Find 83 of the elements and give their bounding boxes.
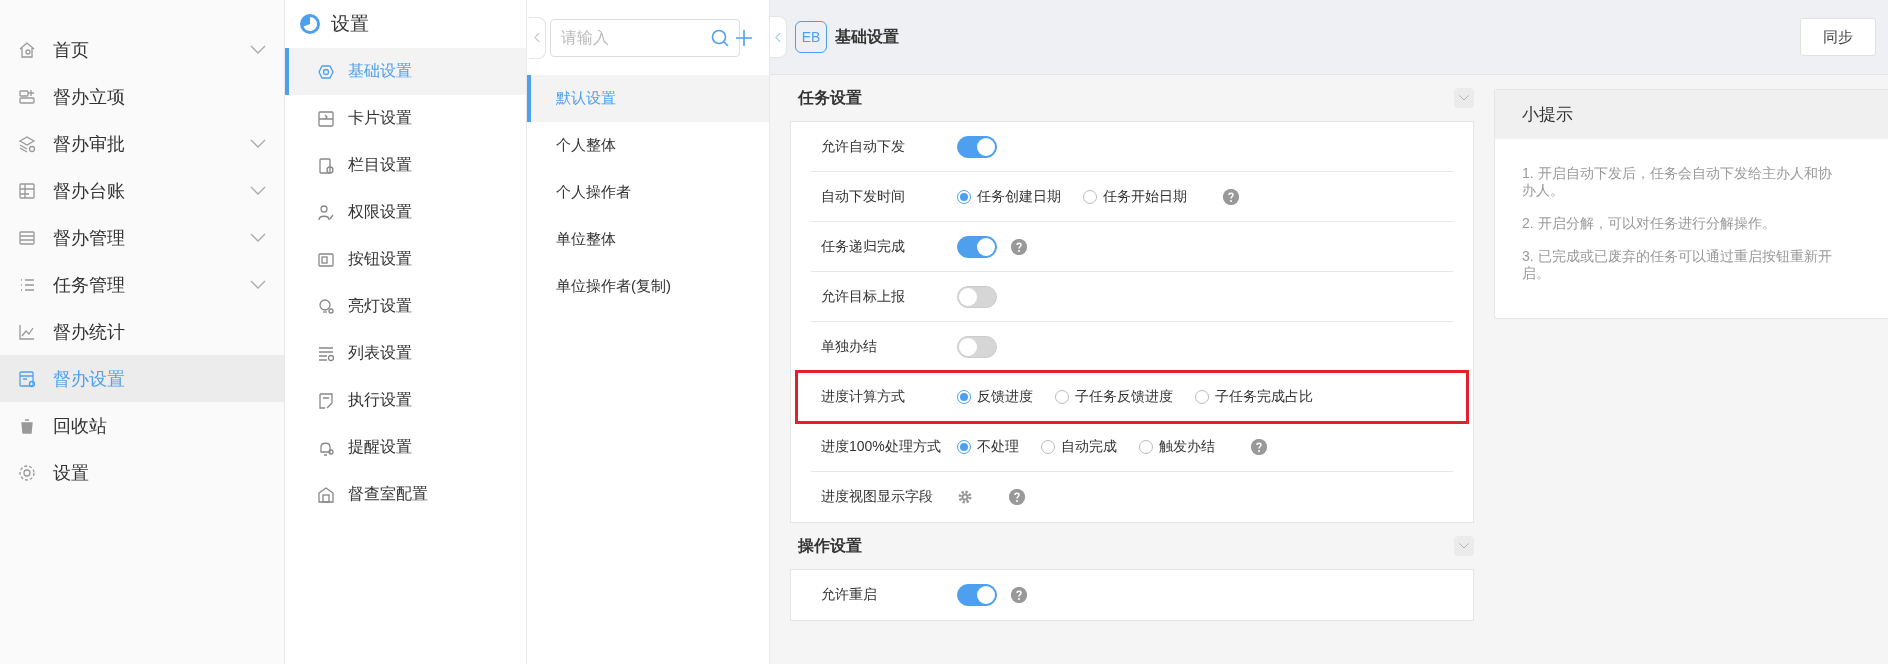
menu-item[interactable]: 卡片设置 bbox=[285, 95, 526, 142]
collapse-button[interactable] bbox=[529, 16, 546, 59]
help-icon[interactable] bbox=[1009, 489, 1025, 505]
radio-option[interactable]: 子任务完成占比 bbox=[1195, 387, 1313, 406]
menu-title: 设置 bbox=[331, 12, 369, 36]
radio-option[interactable]: 任务创建日期 bbox=[957, 187, 1061, 206]
menu-item[interactable]: 栏目设置 bbox=[285, 142, 526, 189]
chevron-left-icon[interactable] bbox=[533, 32, 541, 43]
menu-item[interactable]: 按钮设置 bbox=[285, 236, 526, 283]
toggle-switch[interactable] bbox=[957, 335, 997, 358]
nav-item[interactable]: 回收站 bbox=[0, 402, 284, 449]
nav-item[interactable]: 首页 bbox=[0, 26, 284, 73]
setting-label: 允许目标上报 bbox=[821, 287, 906, 306]
grid-sheet-icon bbox=[17, 180, 37, 201]
nav-item[interactable]: 督办台账 bbox=[0, 167, 284, 214]
settings-icon bbox=[17, 462, 37, 483]
radio-option[interactable]: 自动完成 bbox=[1041, 437, 1117, 456]
radio-option[interactable]: 触发办结 bbox=[1139, 437, 1215, 456]
setting-label: 自动下发时间 bbox=[821, 187, 906, 206]
chevron-down-icon[interactable] bbox=[249, 231, 267, 244]
collapse-button[interactable] bbox=[770, 16, 787, 58]
toggle-switch[interactable] bbox=[957, 235, 997, 258]
setting-label: 任务递归完成 bbox=[821, 237, 906, 256]
nav-item[interactable]: 督办立项 bbox=[0, 73, 284, 120]
help-icon[interactable] bbox=[1251, 438, 1267, 455]
help-icon[interactable] bbox=[1011, 587, 1027, 603]
menu-item[interactable]: 亮灯设置 bbox=[285, 283, 526, 330]
pie-icon bbox=[299, 13, 321, 35]
radio-option[interactable]: 反馈进度 bbox=[957, 387, 1033, 406]
menu-item[interactable]: 督查室配置 bbox=[285, 471, 526, 518]
menu-item[interactable]: 执行设置 bbox=[285, 377, 526, 424]
setting-label: 进度100%处理方式 bbox=[821, 437, 942, 456]
settings-card-icon bbox=[17, 368, 37, 389]
setting-label: 允许自动下发 bbox=[821, 137, 906, 156]
document-icon bbox=[316, 155, 336, 176]
nav-item[interactable]: 任务管理 bbox=[0, 261, 284, 308]
nav-item[interactable]: 设置 bbox=[0, 449, 284, 496]
setting-label: 进度视图显示字段 bbox=[821, 488, 934, 506]
menu-item[interactable]: 权限设置 bbox=[285, 189, 526, 236]
chevron-left-icon[interactable] bbox=[774, 31, 782, 43]
setting-label: 进度计算方式 bbox=[821, 387, 906, 406]
page-title: 基础设置 bbox=[835, 26, 900, 47]
card-icon bbox=[316, 108, 336, 129]
sync-button[interactable]: 同步 bbox=[1800, 18, 1876, 56]
setting-label: 允许重启 bbox=[821, 586, 878, 604]
chevron-down-icon[interactable] bbox=[249, 278, 267, 291]
document-arrow-icon bbox=[316, 390, 336, 411]
section-title: 操作设置 bbox=[798, 535, 862, 556]
tip-text: 3. 已完成或已废弃的任务可以通过重启按钮重新开启。 bbox=[1522, 248, 1833, 282]
menu-item[interactable]: 提醒设置 bbox=[285, 424, 526, 471]
chevron-down-icon[interactable] bbox=[249, 43, 267, 56]
collapse-section-button[interactable] bbox=[1454, 88, 1474, 108]
menu-item[interactable]: 列表设置 bbox=[285, 330, 526, 377]
tip-text: 2. 开启分解，可以对任务进行分解操作。 bbox=[1522, 215, 1777, 232]
toggle-switch[interactable] bbox=[957, 135, 997, 158]
tips-title: 小提示 bbox=[1522, 104, 1573, 126]
page-badge: EB bbox=[795, 21, 827, 53]
radio-option[interactable]: 任务开始日期 bbox=[1083, 187, 1187, 206]
radio-option[interactable]: 不处理 bbox=[957, 437, 1019, 456]
toggle-switch[interactable] bbox=[957, 584, 997, 606]
search-field[interactable]: 请输入 bbox=[550, 18, 740, 57]
chevron-down-icon[interactable] bbox=[1458, 542, 1470, 550]
chevron-down-icon[interactable] bbox=[249, 184, 267, 197]
scheme-item[interactable]: 单位整体 bbox=[527, 216, 769, 263]
scheme-item[interactable]: 个人操作者 bbox=[527, 169, 769, 216]
lightbulb-icon bbox=[316, 296, 336, 317]
nav-item[interactable]: 督办管理 bbox=[0, 214, 284, 261]
scheme-item[interactable]: 个人整体 bbox=[527, 122, 769, 169]
chevron-down-icon[interactable] bbox=[249, 137, 267, 150]
nav-item[interactable]: 督办审批 bbox=[0, 120, 284, 167]
toggle-switch[interactable] bbox=[957, 285, 997, 308]
settings-icon[interactable] bbox=[957, 489, 973, 505]
chevron-down-icon[interactable] bbox=[1458, 94, 1470, 102]
user-key-icon bbox=[316, 202, 336, 223]
setting-label: 单独办结 bbox=[821, 337, 878, 356]
tip-text: 1. 开启自动下发后，任务会自动下发给主办人和协办人。 bbox=[1522, 165, 1833, 199]
radio-option[interactable]: 子任务反馈进度 bbox=[1055, 387, 1173, 406]
help-icon[interactable] bbox=[1223, 188, 1239, 205]
nav-item[interactable]: 督办统计 bbox=[0, 308, 284, 355]
scheme-item[interactable]: 单位操作者(复制) bbox=[527, 263, 769, 310]
help-icon[interactable] bbox=[1011, 238, 1027, 255]
section-title: 任务设置 bbox=[798, 87, 862, 108]
collapse-section-button[interactable] bbox=[1454, 536, 1474, 556]
